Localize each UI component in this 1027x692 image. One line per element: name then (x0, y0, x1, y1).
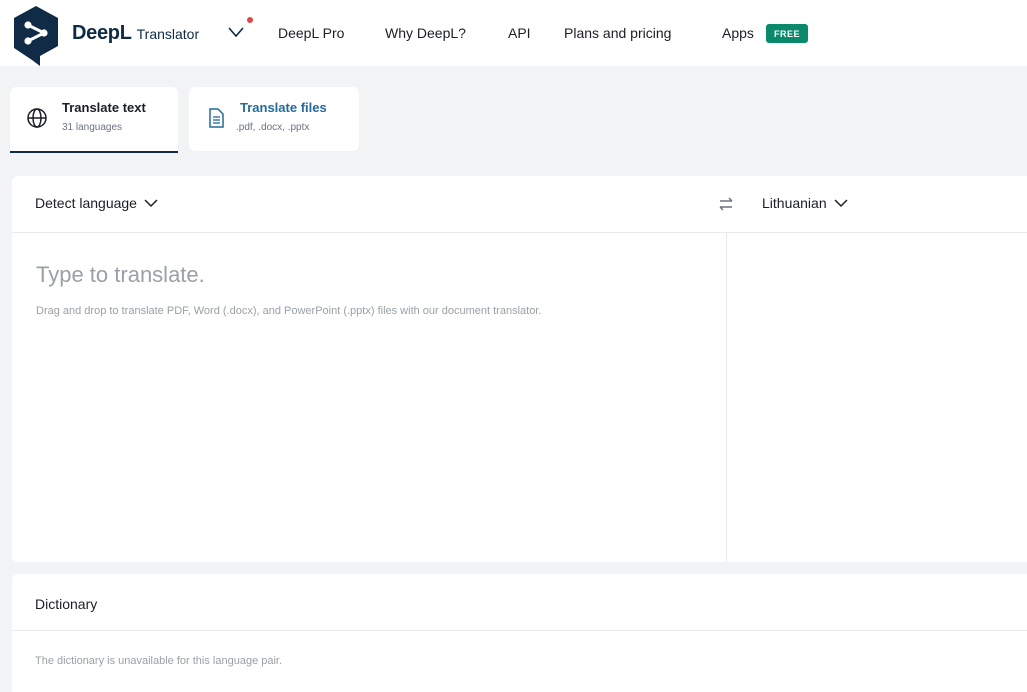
chevron-down-icon[interactable] (226, 24, 246, 40)
brand[interactable]: DeepL Translator (72, 22, 199, 45)
brand-name: DeepL (72, 22, 132, 44)
source-placeholder: Type to translate. (36, 262, 205, 287)
globe-icon (27, 108, 47, 128)
tab-title: Translate files (240, 100, 327, 115)
nav-api[interactable]: API (508, 25, 531, 41)
free-badge: FREE (766, 24, 808, 43)
drag-drop-hint: Drag and drop to translate PDF, Word (.d… (36, 305, 542, 317)
document-icon (209, 108, 224, 128)
top-header: DeepL Translator DeepL Pro Why DeepL? AP… (0, 0, 1027, 66)
deepl-logo-icon[interactable] (10, 4, 62, 68)
tab-subtitle: .pdf, .docx, .pptx (236, 122, 310, 133)
notification-dot (247, 17, 253, 23)
translator-panel: Detect language Lithuanian Type to trans… (12, 176, 1027, 562)
brand-subtitle: Translator (136, 26, 200, 42)
language-bar: Detect language Lithuanian (12, 176, 1027, 233)
target-text-output (727, 233, 1027, 562)
tab-subtitle: 31 languages (62, 122, 123, 133)
source-language-label: Detect language (35, 195, 137, 211)
nav-deepl-pro[interactable]: DeepL Pro (278, 25, 344, 41)
tab-translate-files[interactable]: Translate files .pdf, .docx, .pptx (189, 87, 359, 151)
nav-apps[interactable]: Apps (722, 25, 754, 41)
swap-languages-icon[interactable] (716, 194, 736, 214)
dictionary-panel: Dictionary The dictionary is unavailable… (12, 574, 1027, 692)
source-text-input[interactable]: Type to translate. Drag and drop to tran… (12, 233, 725, 562)
dictionary-divider (12, 630, 1027, 631)
source-language-select[interactable]: Detect language (35, 195, 158, 211)
tab-translate-text[interactable]: Translate text 31 languages (10, 87, 178, 153)
dictionary-message: The dictionary is unavailable for this l… (35, 655, 283, 667)
target-language-label: Lithuanian (762, 195, 827, 211)
dictionary-title: Dictionary (35, 596, 98, 612)
target-language-select[interactable]: Lithuanian (762, 195, 848, 211)
nav-plans-and-pricing[interactable]: Plans and pricing (564, 25, 671, 41)
tab-title: Translate text (62, 100, 146, 115)
chevron-down-icon (144, 199, 158, 208)
nav-why-deepl[interactable]: Why DeepL? (385, 25, 466, 41)
chevron-down-icon (834, 199, 848, 208)
